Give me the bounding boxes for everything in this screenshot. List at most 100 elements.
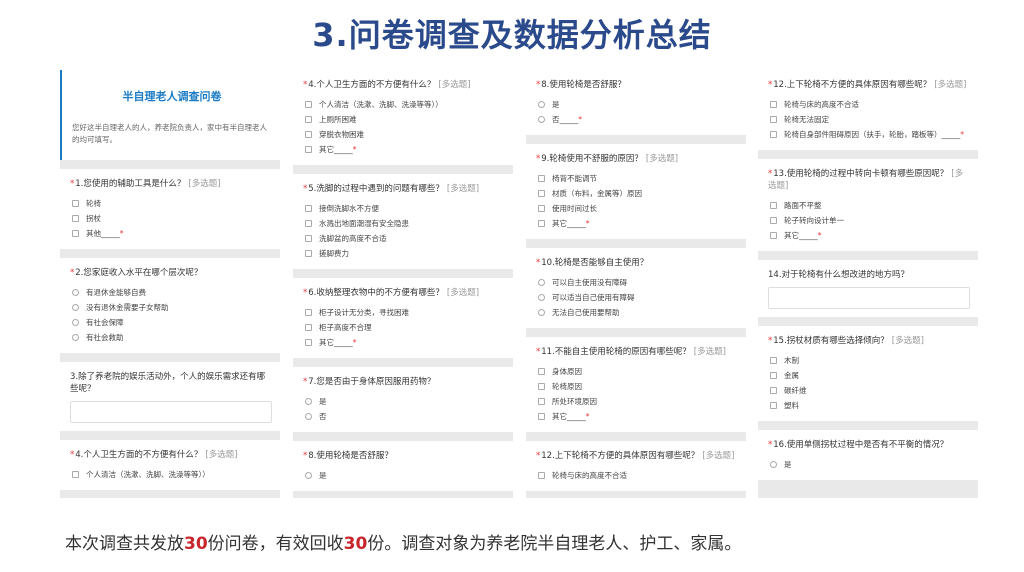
checkbox-icon[interactable]: [72, 230, 79, 237]
option-item[interactable]: 可以自主使用没有障碍: [536, 275, 738, 290]
checkbox-icon[interactable]: [305, 339, 312, 346]
checkbox-icon[interactable]: [538, 472, 545, 479]
checkbox-icon[interactable]: [770, 131, 777, 138]
radio-icon[interactable]: [538, 101, 545, 108]
option-item[interactable]: 上厕所困难: [303, 112, 505, 127]
checkbox-icon[interactable]: [538, 413, 545, 420]
option-item[interactable]: 轮椅原因: [536, 379, 738, 394]
option-item[interactable]: 有社会保障: [70, 315, 272, 330]
radio-icon[interactable]: [72, 304, 79, 311]
checkbox-icon[interactable]: [538, 175, 545, 182]
radio-icon[interactable]: [305, 398, 312, 405]
radio-icon[interactable]: [538, 116, 545, 123]
option-item[interactable]: 个人清洁（洗漱、洗脚、洗澡等等））: [303, 97, 505, 112]
checkbox-icon[interactable]: [770, 116, 777, 123]
option-item[interactable]: 使用时间过长: [536, 201, 738, 216]
option-item[interactable]: 有退休金能够自费: [70, 285, 272, 300]
option-item[interactable]: 有社会救助: [70, 330, 272, 345]
option-item[interactable]: 其它_____ *: [768, 228, 970, 243]
checkbox-icon[interactable]: [72, 200, 79, 207]
option-item[interactable]: 碳纤维: [768, 383, 970, 398]
checkbox-icon[interactable]: [538, 205, 545, 212]
option-item[interactable]: 柜子设计无分类，寻找困难: [303, 305, 505, 320]
option-item[interactable]: 无法自己使用要帮助: [536, 305, 738, 320]
checkbox-icon[interactable]: [538, 368, 545, 375]
option-item[interactable]: 穿脱衣物困难: [303, 127, 505, 142]
checkbox-icon[interactable]: [770, 202, 777, 209]
option-item[interactable]: 个人清洁（洗漱、洗脚、洗澡等等））: [70, 467, 272, 482]
checkbox-icon[interactable]: [770, 232, 777, 239]
option-item[interactable]: 柜子高度不合理: [303, 320, 505, 335]
option-item[interactable]: 接倒洗脚水不方便: [303, 201, 505, 216]
option-item[interactable]: 否: [303, 409, 505, 424]
checkbox-icon[interactable]: [305, 205, 312, 212]
question-label: 12.上下轮椅不方便的具体原因有哪些呢？: [541, 451, 700, 461]
option-item[interactable]: 其他_____ *: [70, 226, 272, 241]
option-label: 路面不平整: [784, 201, 822, 210]
checkbox-icon[interactable]: [538, 220, 545, 227]
option-item[interactable]: 是: [536, 97, 738, 112]
radio-icon[interactable]: [770, 461, 777, 468]
radio-icon[interactable]: [72, 319, 79, 326]
checkbox-icon[interactable]: [305, 309, 312, 316]
option-item[interactable]: 拐杖: [70, 211, 272, 226]
radio-icon[interactable]: [305, 413, 312, 420]
option-item[interactable]: 轮椅: [70, 196, 272, 211]
option-item[interactable]: 其它_____ *: [536, 216, 738, 231]
option-item[interactable]: 是: [303, 394, 505, 409]
option-item[interactable]: 椅背不能调节: [536, 171, 738, 186]
option-item[interactable]: 轮椅自身部件阻碍原因（扶手，轮胎，踏板等）_____ *: [768, 127, 970, 142]
checkbox-icon[interactable]: [770, 357, 777, 364]
radio-icon[interactable]: [72, 289, 79, 296]
option-item[interactable]: 材质（布料，金属等）原因: [536, 186, 738, 201]
option-item[interactable]: 金属: [768, 368, 970, 383]
option-item[interactable]: 木制: [768, 353, 970, 368]
checkbox-icon[interactable]: [72, 215, 79, 222]
option-item[interactable]: 可以适当自己使用有障碍: [536, 290, 738, 305]
option-item[interactable]: 轮椅与床的高度不合适: [536, 468, 738, 483]
option-item[interactable]: 轮椅无法固定: [768, 112, 970, 127]
option-item[interactable]: 轮椅与床的高度不合适: [768, 97, 970, 112]
checkbox-icon[interactable]: [770, 372, 777, 379]
option-item[interactable]: 搓脚费力: [303, 246, 505, 261]
checkbox-icon[interactable]: [305, 250, 312, 257]
checkbox-icon[interactable]: [305, 116, 312, 123]
option-item[interactable]: 所处环境原因: [536, 394, 738, 409]
radio-icon[interactable]: [538, 279, 545, 286]
option-item[interactable]: 否_____ *: [536, 112, 738, 127]
option-item[interactable]: 轮子转向设计单一: [768, 213, 970, 228]
option-item[interactable]: 没有退休金需要子女帮助: [70, 300, 272, 315]
option-item[interactable]: 水溅出地面潮湿有安全隐患: [303, 216, 505, 231]
checkbox-icon[interactable]: [538, 190, 545, 197]
checkbox-icon[interactable]: [305, 146, 312, 153]
checkbox-icon[interactable]: [305, 220, 312, 227]
checkbox-icon[interactable]: [305, 101, 312, 108]
option-item[interactable]: 是: [303, 468, 505, 483]
option-item[interactable]: 身体原因: [536, 364, 738, 379]
checkbox-icon[interactable]: [305, 131, 312, 138]
radio-icon[interactable]: [72, 334, 79, 341]
checkbox-icon[interactable]: [770, 101, 777, 108]
required-mark: *: [536, 258, 541, 268]
required-mark: *: [536, 451, 541, 461]
radio-icon[interactable]: [305, 472, 312, 479]
option-item[interactable]: 路面不平整: [768, 198, 970, 213]
checkbox-icon[interactable]: [538, 383, 545, 390]
checkbox-icon[interactable]: [770, 387, 777, 394]
checkbox-icon[interactable]: [770, 217, 777, 224]
text-answer-field[interactable]: [768, 287, 970, 309]
checkbox-icon[interactable]: [305, 324, 312, 331]
checkbox-icon[interactable]: [770, 402, 777, 409]
option-item[interactable]: 是: [768, 457, 970, 472]
option-item[interactable]: 其它_____ *: [303, 142, 505, 157]
radio-icon[interactable]: [538, 294, 545, 301]
checkbox-icon[interactable]: [305, 235, 312, 242]
checkbox-icon[interactable]: [72, 471, 79, 478]
option-item[interactable]: 其它_____ *: [536, 409, 738, 424]
option-item[interactable]: 塑料: [768, 398, 970, 413]
option-item[interactable]: 其它_____ *: [303, 335, 505, 350]
text-answer-field[interactable]: [70, 401, 272, 423]
option-item[interactable]: 洗脚盆的高度不合适: [303, 231, 505, 246]
checkbox-icon[interactable]: [538, 398, 545, 405]
radio-icon[interactable]: [538, 309, 545, 316]
